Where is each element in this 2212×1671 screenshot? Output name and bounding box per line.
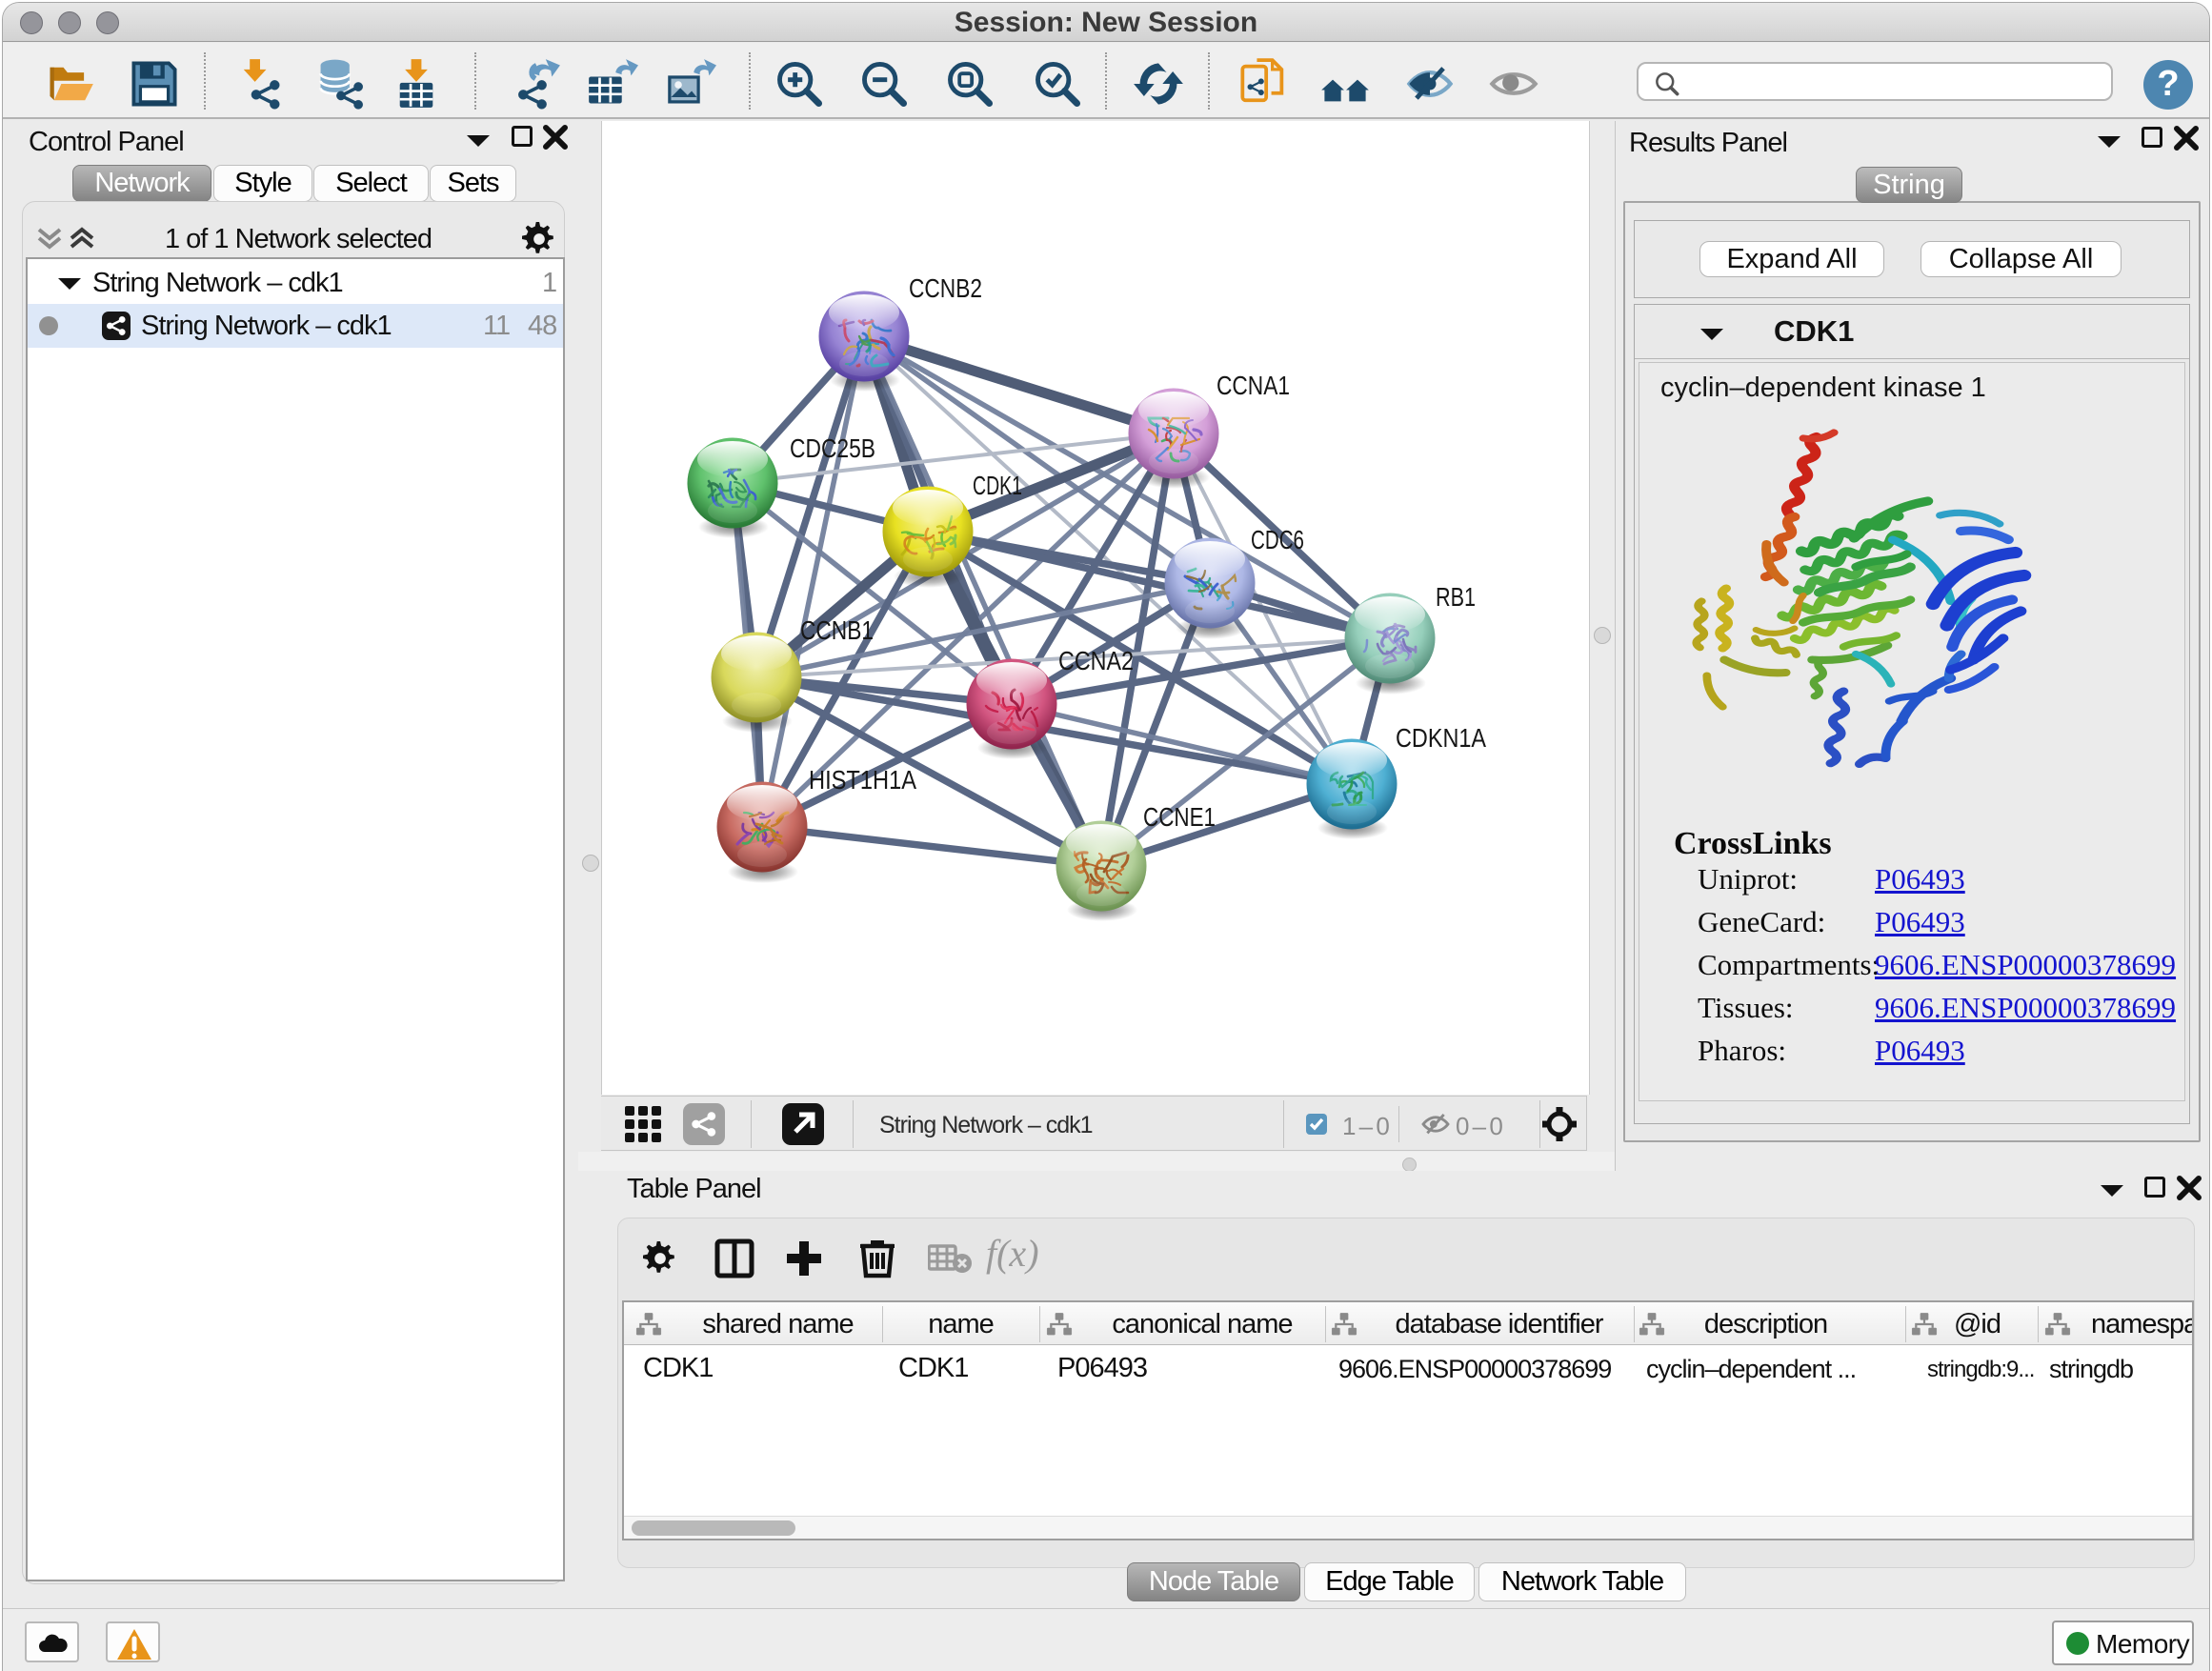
svg-text:HIST1H1A: HIST1H1A — [809, 765, 916, 795]
svg-text:CDK1: CDK1 — [973, 471, 1022, 500]
svg-text:RB1: RB1 — [1436, 582, 1476, 612]
svg-text:CCNE1: CCNE1 — [1143, 802, 1216, 832]
svg-text:CCNB2: CCNB2 — [909, 273, 982, 303]
svg-text:CCNA2: CCNA2 — [1058, 646, 1134, 675]
svg-text:CCNA1: CCNA1 — [1217, 371, 1290, 400]
svg-text:CDKN1A: CDKN1A — [1396, 723, 1486, 753]
svg-text:CCNB1: CCNB1 — [800, 615, 874, 645]
svg-text:CDC25B: CDC25B — [790, 433, 875, 463]
svg-text:CDC6: CDC6 — [1251, 525, 1304, 554]
